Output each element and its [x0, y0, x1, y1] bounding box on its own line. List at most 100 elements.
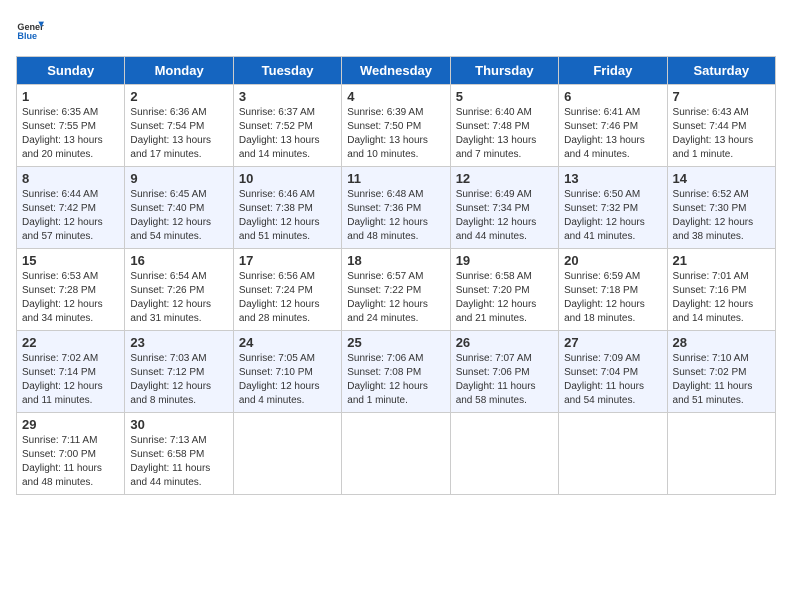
day-info: Sunrise: 6:46 AMSunset: 7:38 PMDaylight:…	[239, 189, 320, 242]
day-info: Sunrise: 6:44 AMSunset: 7:42 PMDaylight:…	[22, 189, 103, 242]
day-info: Sunrise: 6:49 AMSunset: 7:34 PMDaylight:…	[456, 189, 537, 242]
calendar-cell: 21 Sunrise: 7:01 AMSunset: 7:16 PMDayligh…	[667, 249, 775, 331]
day-number: 30	[130, 417, 227, 432]
day-number: 11	[347, 171, 444, 186]
calendar-cell: 12 Sunrise: 6:49 AMSunset: 7:34 PMDayligh…	[450, 167, 558, 249]
day-number: 17	[239, 253, 336, 268]
calendar-cell	[559, 413, 667, 495]
day-info: Sunrise: 6:52 AMSunset: 7:30 PMDaylight:…	[673, 189, 754, 242]
calendar-table: SundayMondayTuesdayWednesdayThursdayFrid…	[16, 56, 776, 495]
day-number: 18	[347, 253, 444, 268]
day-number: 20	[564, 253, 661, 268]
svg-text:Blue: Blue	[17, 31, 37, 41]
calendar-cell: 22 Sunrise: 7:02 AMSunset: 7:14 PMDayligh…	[17, 331, 125, 413]
day-number: 9	[130, 171, 227, 186]
day-info: Sunrise: 6:53 AMSunset: 7:28 PMDaylight:…	[22, 271, 103, 324]
calendar-cell	[342, 413, 450, 495]
calendar-cell: 25 Sunrise: 7:06 AMSunset: 7:08 PMDayligh…	[342, 331, 450, 413]
calendar-week-row: 22 Sunrise: 7:02 AMSunset: 7:14 PMDayligh…	[17, 331, 776, 413]
day-info: Sunrise: 6:59 AMSunset: 7:18 PMDaylight:…	[564, 271, 645, 324]
calendar-cell: 15 Sunrise: 6:53 AMSunset: 7:28 PMDayligh…	[17, 249, 125, 331]
day-info: Sunrise: 7:03 AMSunset: 7:12 PMDaylight:…	[130, 353, 211, 406]
day-number: 24	[239, 335, 336, 350]
day-info: Sunrise: 7:06 AMSunset: 7:08 PMDaylight:…	[347, 353, 428, 406]
calendar-cell: 5Sunrise: 6:40 AMSunset: 7:48 PMDaylight…	[450, 85, 558, 167]
day-info: Sunrise: 6:50 AMSunset: 7:32 PMDaylight:…	[564, 189, 645, 242]
calendar-cell: 14 Sunrise: 6:52 AMSunset: 7:30 PMDayligh…	[667, 167, 775, 249]
dow-header: Wednesday	[342, 57, 450, 85]
day-info: Sunrise: 7:02 AMSunset: 7:14 PMDaylight:…	[22, 353, 103, 406]
day-info: Sunrise: 6:39 AMSunset: 7:50 PMDaylight:…	[347, 107, 428, 160]
day-number: 22	[22, 335, 119, 350]
calendar-week-row: 8 Sunrise: 6:44 AMSunset: 7:42 PMDaylight…	[17, 167, 776, 249]
day-info: Sunrise: 7:07 AMSunset: 7:06 PMDaylight:…	[456, 353, 536, 406]
calendar-cell: 16 Sunrise: 6:54 AMSunset: 7:26 PMDayligh…	[125, 249, 233, 331]
day-info: Sunrise: 6:37 AMSunset: 7:52 PMDaylight:…	[239, 107, 320, 160]
calendar-cell: 4 Sunrise: 6:39 AMSunset: 7:50 PMDaylight…	[342, 85, 450, 167]
calendar-cell: 17 Sunrise: 6:56 AMSunset: 7:24 PMDayligh…	[233, 249, 341, 331]
day-info: Sunrise: 7:11 AMSunset: 7:00 PMDaylight:…	[22, 435, 102, 488]
day-number: 29	[22, 417, 119, 432]
calendar-cell: 10Sunrise: 6:46 AMSunset: 7:38 PMDayligh…	[233, 167, 341, 249]
days-of-week-row: SundayMondayTuesdayWednesdayThursdayFrid…	[17, 57, 776, 85]
day-number: 21	[673, 253, 770, 268]
dow-header: Monday	[125, 57, 233, 85]
day-number: 28	[673, 335, 770, 350]
calendar-cell: 24 Sunrise: 7:05 AMSunset: 7:10 PMDayligh…	[233, 331, 341, 413]
logo-icon: General Blue	[16, 16, 44, 44]
day-info: Sunrise: 6:57 AMSunset: 7:22 PMDaylight:…	[347, 271, 428, 324]
calendar-cell: 3 Sunrise: 6:37 AMSunset: 7:52 PMDaylight…	[233, 85, 341, 167]
day-number: 25	[347, 335, 444, 350]
calendar-cell: 8 Sunrise: 6:44 AMSunset: 7:42 PMDaylight…	[17, 167, 125, 249]
day-info: Sunrise: 6:36 AMSunset: 7:54 PMDaylight:…	[130, 107, 211, 160]
calendar-cell: 26Sunrise: 7:07 AMSunset: 7:06 PMDayligh…	[450, 331, 558, 413]
calendar-cell	[233, 413, 341, 495]
calendar-cell: 7Sunrise: 6:43 AMSunset: 7:44 PMDaylight…	[667, 85, 775, 167]
day-number: 1	[22, 89, 119, 104]
calendar-cell: 30 Sunrise: 7:13 AMSunset: 6:58 PMDayligh…	[125, 413, 233, 495]
day-number: 12	[456, 171, 553, 186]
calendar-cell: 6Sunrise: 6:41 AMSunset: 7:46 PMDaylight…	[559, 85, 667, 167]
calendar-cell: 13Sunrise: 6:50 AMSunset: 7:32 PMDayligh…	[559, 167, 667, 249]
day-number: 16	[130, 253, 227, 268]
calendar-cell: 23 Sunrise: 7:03 AMSunset: 7:12 PMDayligh…	[125, 331, 233, 413]
calendar-cell	[667, 413, 775, 495]
day-info: Sunrise: 6:56 AMSunset: 7:24 PMDaylight:…	[239, 271, 320, 324]
dow-header: Friday	[559, 57, 667, 85]
calendar-cell: 18 Sunrise: 6:57 AMSunset: 7:22 PMDayligh…	[342, 249, 450, 331]
dow-header: Thursday	[450, 57, 558, 85]
day-number: 19	[456, 253, 553, 268]
calendar-cell: 27 Sunrise: 7:09 AMSunset: 7:04 PMDayligh…	[559, 331, 667, 413]
day-info: Sunrise: 6:45 AMSunset: 7:40 PMDaylight:…	[130, 189, 211, 242]
dow-header: Sunday	[17, 57, 125, 85]
dow-header: Saturday	[667, 57, 775, 85]
calendar-week-row: 29 Sunrise: 7:11 AMSunset: 7:00 PMDayligh…	[17, 413, 776, 495]
day-number: 3	[239, 89, 336, 104]
calendar-body: 1Sunrise: 6:35 AMSunset: 7:55 PMDaylight…	[17, 85, 776, 495]
day-number: 27	[564, 335, 661, 350]
day-number: 4	[347, 89, 444, 104]
calendar-cell: 19 Sunrise: 6:58 AMSunset: 7:20 PMDayligh…	[450, 249, 558, 331]
day-number: 15	[22, 253, 119, 268]
calendar-cell	[450, 413, 558, 495]
day-info: Sunrise: 7:09 AMSunset: 7:04 PMDaylight:…	[564, 353, 644, 406]
day-info: Sunrise: 6:58 AMSunset: 7:20 PMDaylight:…	[456, 271, 537, 324]
day-number: 7	[673, 89, 770, 104]
day-number: 23	[130, 335, 227, 350]
logo: General Blue	[16, 16, 44, 44]
day-number: 8	[22, 171, 119, 186]
calendar-week-row: 1Sunrise: 6:35 AMSunset: 7:55 PMDaylight…	[17, 85, 776, 167]
calendar-cell: 1Sunrise: 6:35 AMSunset: 7:55 PMDaylight…	[17, 85, 125, 167]
day-number: 14	[673, 171, 770, 186]
day-info: Sunrise: 7:10 AMSunset: 7:02 PMDaylight:…	[673, 353, 753, 406]
header: General Blue	[16, 16, 776, 44]
day-number: 5	[456, 89, 553, 104]
day-info: Sunrise: 6:54 AMSunset: 7:26 PMDaylight:…	[130, 271, 211, 324]
day-info: Sunrise: 7:01 AMSunset: 7:16 PMDaylight:…	[673, 271, 754, 324]
calendar-cell: 20 Sunrise: 6:59 AMSunset: 7:18 PMDayligh…	[559, 249, 667, 331]
day-info: Sunrise: 7:05 AMSunset: 7:10 PMDaylight:…	[239, 353, 320, 406]
day-info: Sunrise: 6:41 AMSunset: 7:46 PMDaylight:…	[564, 107, 645, 160]
calendar-cell: 28 Sunrise: 7:10 AMSunset: 7:02 PMDayligh…	[667, 331, 775, 413]
day-info: Sunrise: 7:13 AMSunset: 6:58 PMDaylight:…	[130, 435, 210, 488]
calendar-cell: 29 Sunrise: 7:11 AMSunset: 7:00 PMDayligh…	[17, 413, 125, 495]
